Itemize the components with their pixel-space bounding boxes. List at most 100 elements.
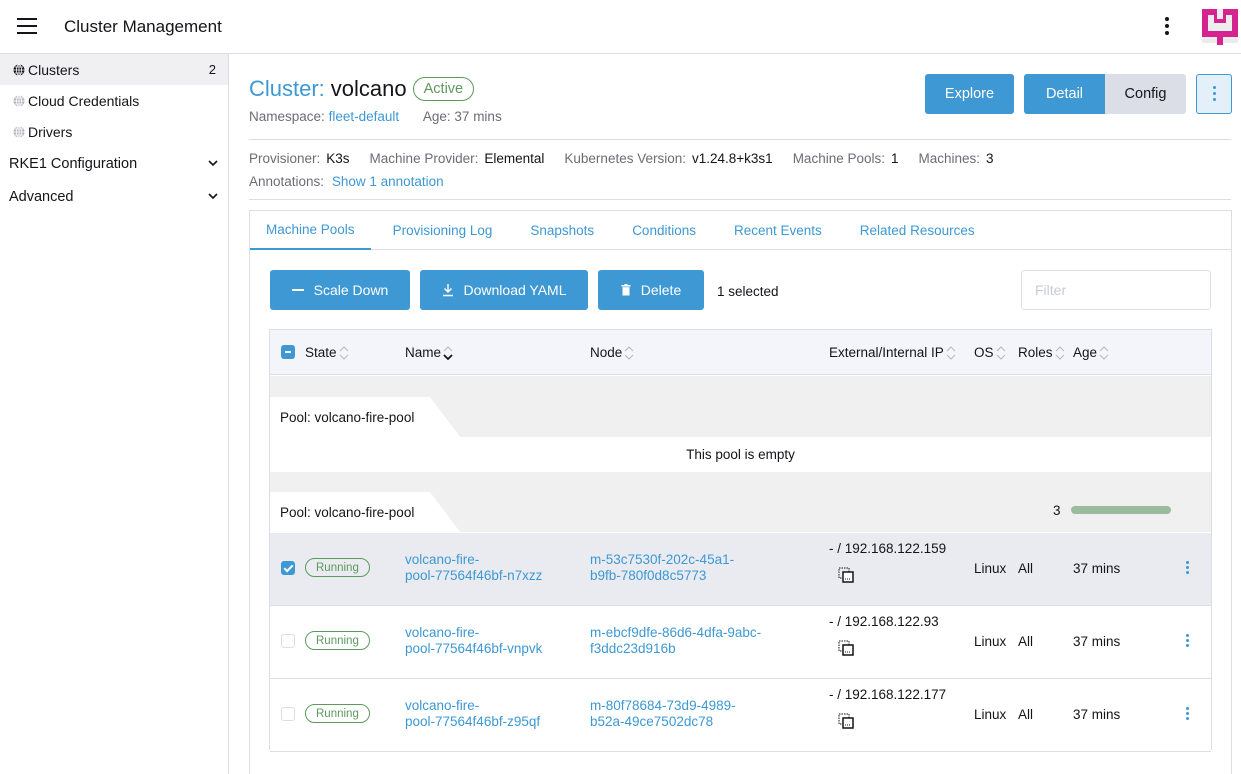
download-icon (442, 284, 453, 297)
download-yaml-button[interactable]: Download YAML (420, 270, 588, 310)
column-os[interactable]: OS (974, 345, 1006, 360)
sort-down-icon (443, 345, 453, 360)
row-checkbox[interactable] (281, 634, 295, 648)
tab-machine-pools[interactable]: Machine Pools (250, 211, 371, 250)
copy-icon[interactable] (838, 567, 854, 583)
machine-name-link[interactable]: volcano-fire-pool-77564f46bf-n7xzz (405, 552, 575, 584)
meta-value: v1.24.8+k3s1 (692, 151, 773, 166)
table-row[interactable]: Running volcano-fire-pool-77564f46bf-z95… (270, 679, 1211, 752)
table-row[interactable]: Running volcano-fire-pool-77564f46bf-n7x… (270, 533, 1211, 606)
meta-value: 3 (986, 151, 994, 166)
pool-group-header: Pool: volcano-fire-pool (270, 397, 460, 437)
node-link[interactable]: m-ebcf9dfe-86d6-4dfa-9abc-f3ddc23d916b (590, 625, 790, 657)
scale-down-label: Scale Down (313, 282, 389, 298)
ip-address: - / 192.168.122.93 (829, 614, 939, 629)
more-actions-button[interactable] (1196, 74, 1232, 114)
pool-progress-bar (1071, 506, 1171, 514)
sidebar-group-label: Advanced (9, 188, 74, 205)
age-value: 37 mins (1073, 634, 1121, 649)
column-label: External/Internal IP (829, 345, 944, 360)
pool-label: Pool: volcano-fire-pool (280, 409, 415, 425)
meta-value: K3s (326, 151, 350, 166)
row-checkbox[interactable] (281, 707, 295, 721)
explore-button[interactable]: Explore (925, 74, 1014, 114)
name-line: pool-77564f46bf-vnpvk (405, 641, 543, 656)
node-line: b52a-49ce7502dc78 (590, 714, 714, 729)
namespace-link[interactable]: fleet-default (329, 109, 400, 124)
tab-related-resources[interactable]: Related Resources (844, 211, 991, 250)
name-line: volcano-fire- (405, 552, 480, 567)
column-node[interactable]: Node (590, 345, 634, 360)
hamburger-icon[interactable] (17, 18, 37, 34)
tab-provisioning-log[interactable]: Provisioning Log (377, 211, 509, 250)
row-actions-kebab-icon[interactable] (1182, 705, 1192, 723)
scale-down-button[interactable]: Scale Down (270, 270, 410, 310)
view-toggle: Detail Config (1024, 74, 1186, 114)
node-link[interactable]: m-53c7530f-202c-45a1- b9fb-780f0d8c5773 (590, 552, 790, 584)
kebab-icon[interactable] (1158, 14, 1176, 40)
node-line: m-53c7530f-202c-45a1- (590, 552, 735, 567)
row-actions-kebab-icon[interactable] (1182, 559, 1192, 577)
cluster-name: volcano (330, 76, 407, 101)
age-value: 37 mins (1073, 561, 1121, 576)
config-button[interactable]: Config (1105, 74, 1186, 114)
sidebar: Clusters 2 Cloud Credentials Drivers RKE… (0, 54, 229, 774)
sort-icon (624, 345, 634, 360)
detail-button[interactable]: Detail (1024, 74, 1105, 114)
globe-icon (13, 63, 25, 76)
sidebar-item-cloud-credentials[interactable]: Cloud Credentials (0, 85, 228, 116)
column-ip[interactable]: External/Internal IP (829, 345, 956, 360)
sidebar-item-drivers[interactable]: Drivers (0, 116, 228, 147)
annotations-row: Annotations: Show 1 annotation (249, 174, 444, 189)
annotations-label: Annotations: (249, 174, 325, 189)
pool-machine-count: 3 (1053, 503, 1061, 518)
state-badge: Running (305, 558, 370, 577)
delete-label: Delete (640, 282, 682, 298)
page-title: Cluster: volcano Active (249, 76, 475, 102)
machine-name-link[interactable]: volcano-fire-pool-77564f46bf-z95qf (405, 698, 575, 730)
show-annotations-link[interactable]: Show 1 annotation (332, 174, 444, 189)
sidebar-group-rke1-configuration[interactable]: RKE1 Configuration (0, 147, 228, 180)
copy-icon[interactable] (838, 713, 854, 729)
sidebar-group-advanced[interactable]: Advanced (0, 180, 228, 213)
clusters-count: 2 (208, 62, 216, 77)
status-badge: Active (412, 77, 475, 101)
row-checkbox[interactable] (281, 561, 295, 575)
name-line: volcano-fire- (405, 625, 480, 640)
column-state[interactable]: State (305, 345, 349, 360)
tab-conditions[interactable]: Conditions (616, 211, 712, 250)
meta-key: Provisioner: (249, 151, 321, 166)
filter-input[interactable] (1021, 270, 1211, 310)
row-actions-kebab-icon[interactable] (1182, 632, 1192, 650)
tab-snapshots[interactable]: Snapshots (514, 211, 610, 250)
column-name[interactable]: Name (405, 345, 453, 360)
tab-recent-events[interactable]: Recent Events (718, 211, 838, 250)
sort-icon (339, 345, 348, 360)
title-prefix: Cluster: (249, 76, 325, 101)
copy-icon[interactable] (838, 640, 854, 656)
namespace-label: Namespace: (249, 109, 325, 124)
selected-count: 1 selected (717, 284, 779, 299)
sidebar-group-label: RKE1 Configuration (9, 155, 138, 172)
node-link[interactable]: m-80f78684-73d9-4989- b52a-49ce7502dc78 (590, 698, 790, 730)
pool-group-header: Pool: volcano-fire-pool (270, 492, 460, 532)
column-label: Roles (1018, 345, 1053, 360)
table-header: State Name Node External/Internal IP OS (270, 330, 1211, 375)
machine-name-link[interactable]: volcano-fire-pool-77564f46bf-vnpvk (405, 625, 575, 657)
column-age[interactable]: Age (1073, 345, 1109, 360)
os-value: Linux (974, 634, 1007, 649)
os-value: Linux (974, 707, 1007, 722)
age-label: Age: (422, 109, 451, 124)
meta-key: Machine Pools: (792, 151, 885, 166)
rancher-logo-icon[interactable] (1202, 9, 1238, 45)
sidebar-item-clusters[interactable]: Clusters 2 (0, 54, 228, 85)
column-roles[interactable]: Roles (1018, 345, 1065, 360)
tab-bar: Machine Pools Provisioning Log Snapshots… (250, 211, 1231, 250)
machines-table: State Name Node External/Internal IP OS (269, 329, 1212, 752)
table-row[interactable]: Running volcano-fire-pool-77564f46bf-vnp… (270, 606, 1211, 679)
delete-button[interactable]: Delete (598, 270, 704, 310)
divider (249, 139, 1231, 140)
trash-icon (621, 284, 631, 296)
chevron-down-icon (208, 193, 218, 200)
select-all-checkbox[interactable] (281, 345, 295, 359)
